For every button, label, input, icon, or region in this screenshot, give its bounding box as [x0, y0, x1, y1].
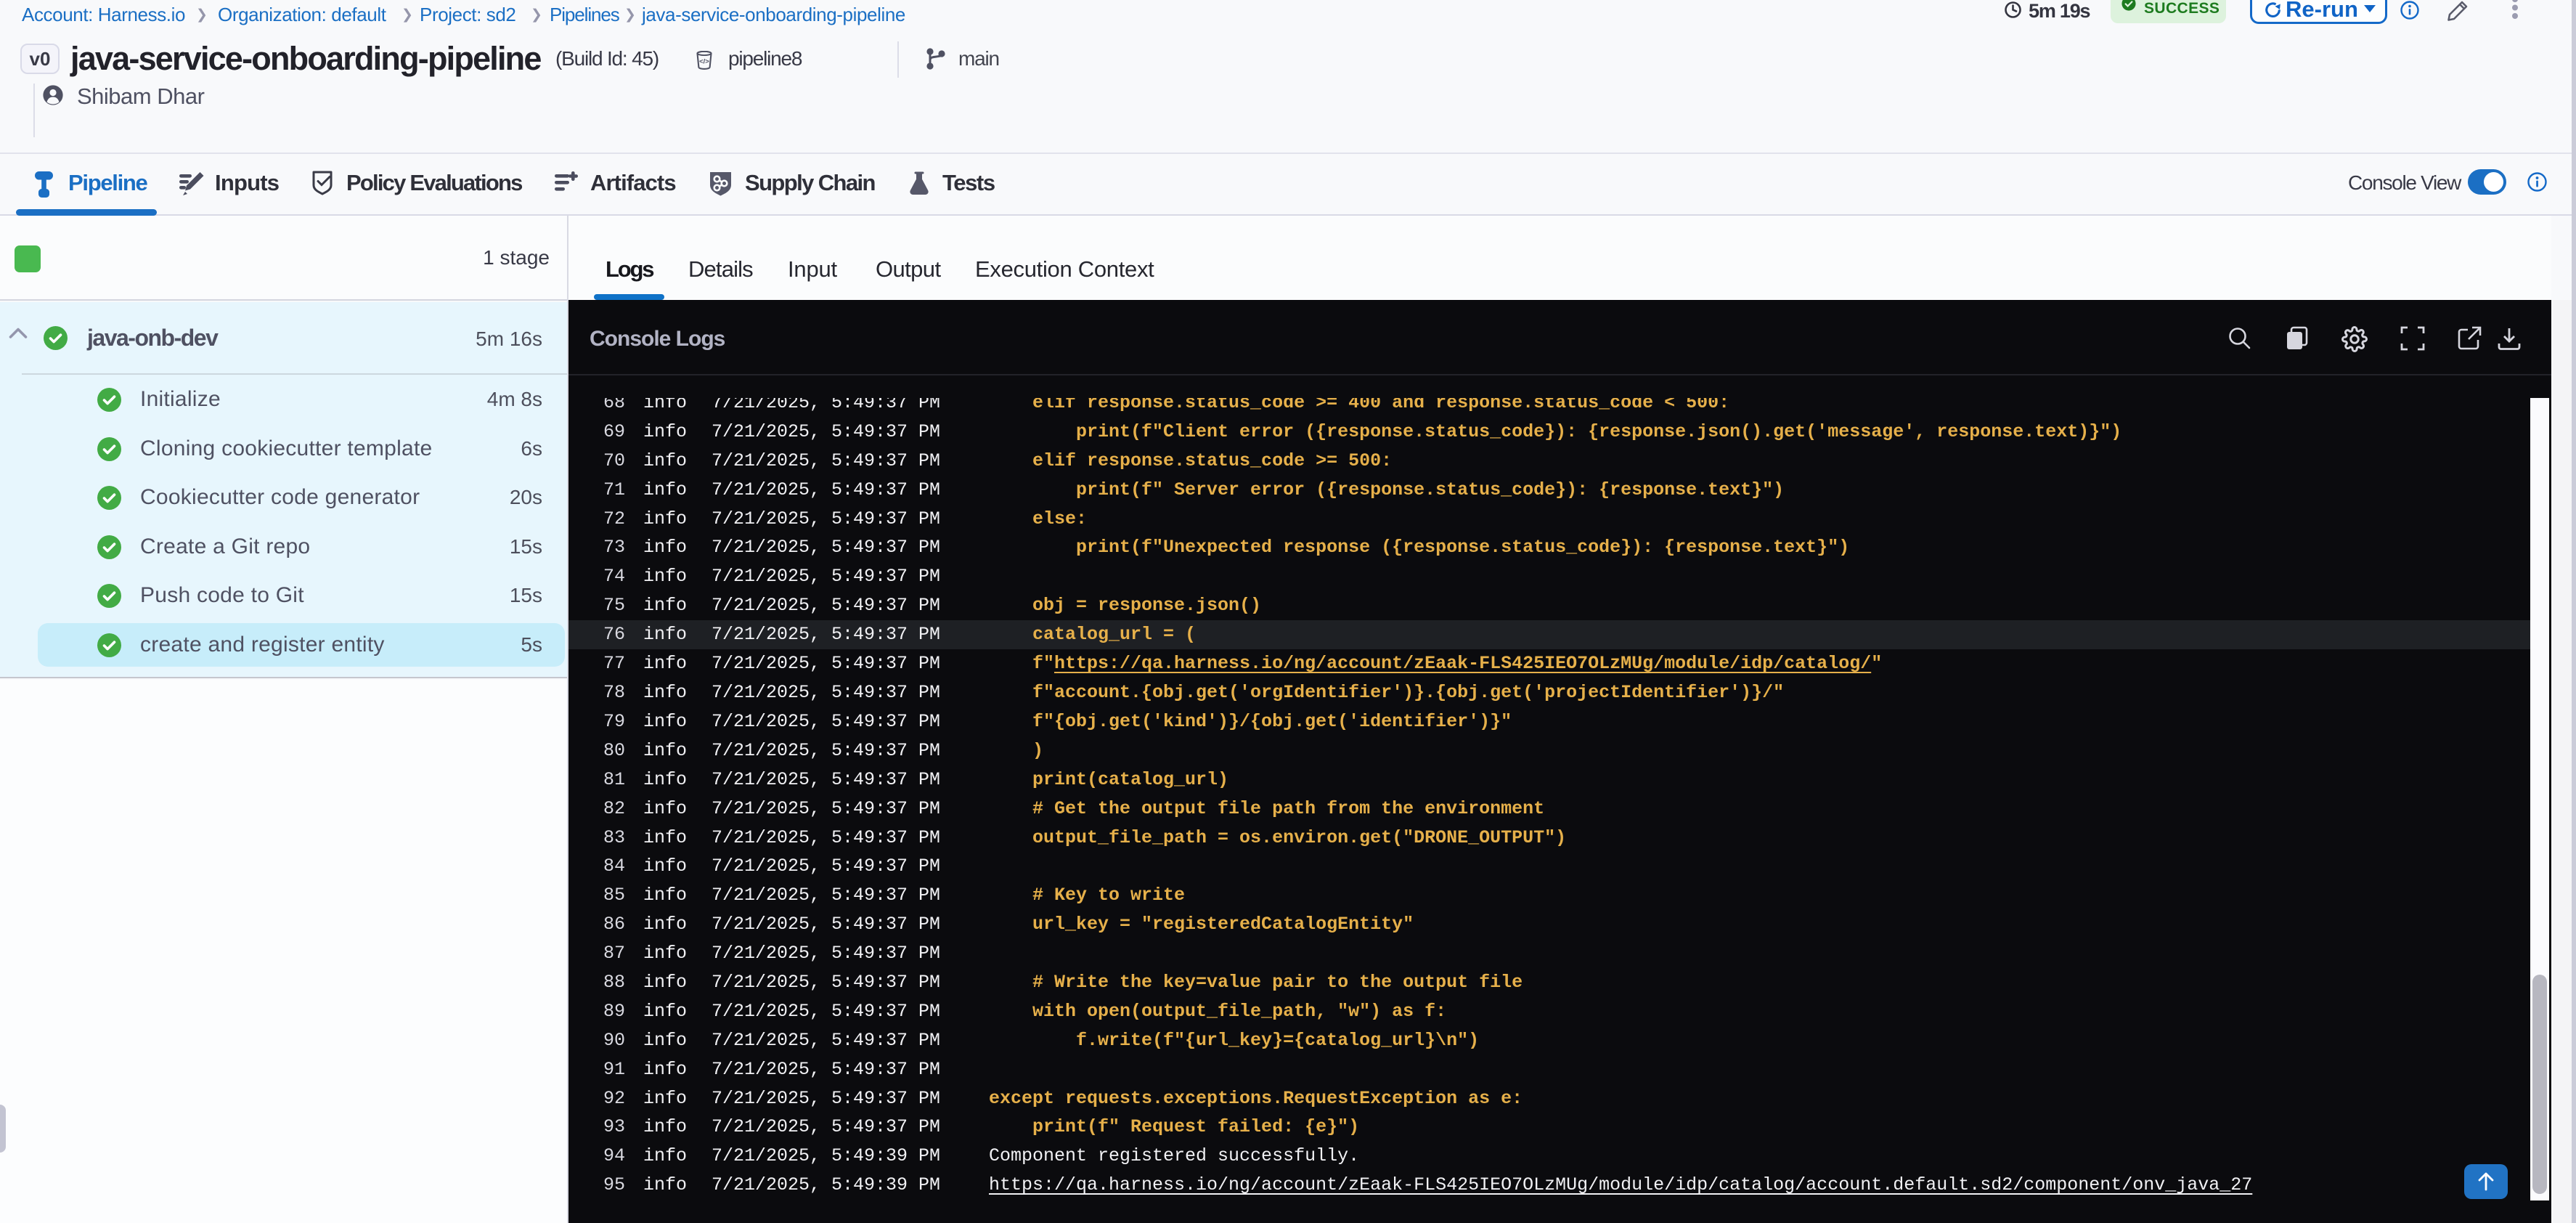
- svg-text:˂/˃: ˂/˃: [699, 57, 709, 65]
